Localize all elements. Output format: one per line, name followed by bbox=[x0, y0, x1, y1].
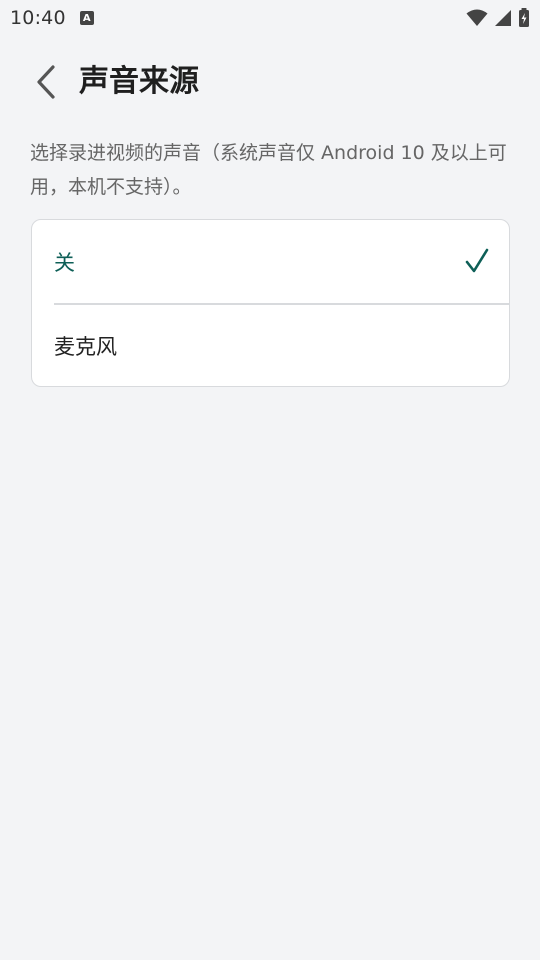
a-icon: A bbox=[79, 11, 94, 25]
page-title: 声音来源 bbox=[79, 64, 199, 99]
header: 声音来源 bbox=[0, 52, 540, 112]
battery-charging-icon bbox=[519, 8, 529, 27]
status-time: 10:40 bbox=[10, 7, 66, 29]
option-off[interactable]: 关 bbox=[32, 220, 509, 303]
status-left: 10:40 A bbox=[10, 7, 94, 29]
description-text: 选择录进视频的声音（系统声音仅 Android 10 及以上可用，本机不支持）。 bbox=[30, 142, 507, 198]
back-button[interactable] bbox=[28, 60, 64, 104]
option-microphone-label: 麦克风 bbox=[54, 334, 117, 359]
audio-source-options: 关 麦克风 bbox=[31, 219, 510, 387]
status-bar: 10:40 A bbox=[0, 0, 540, 36]
check-icon bbox=[465, 248, 489, 273]
chevron-left-icon bbox=[37, 65, 55, 99]
cellular-signal-icon bbox=[495, 10, 511, 26]
option-off-label: 关 bbox=[54, 250, 75, 275]
option-microphone[interactable]: 麦克风 bbox=[32, 304, 509, 386]
wifi-icon bbox=[466, 9, 488, 26]
status-right bbox=[466, 8, 530, 28]
